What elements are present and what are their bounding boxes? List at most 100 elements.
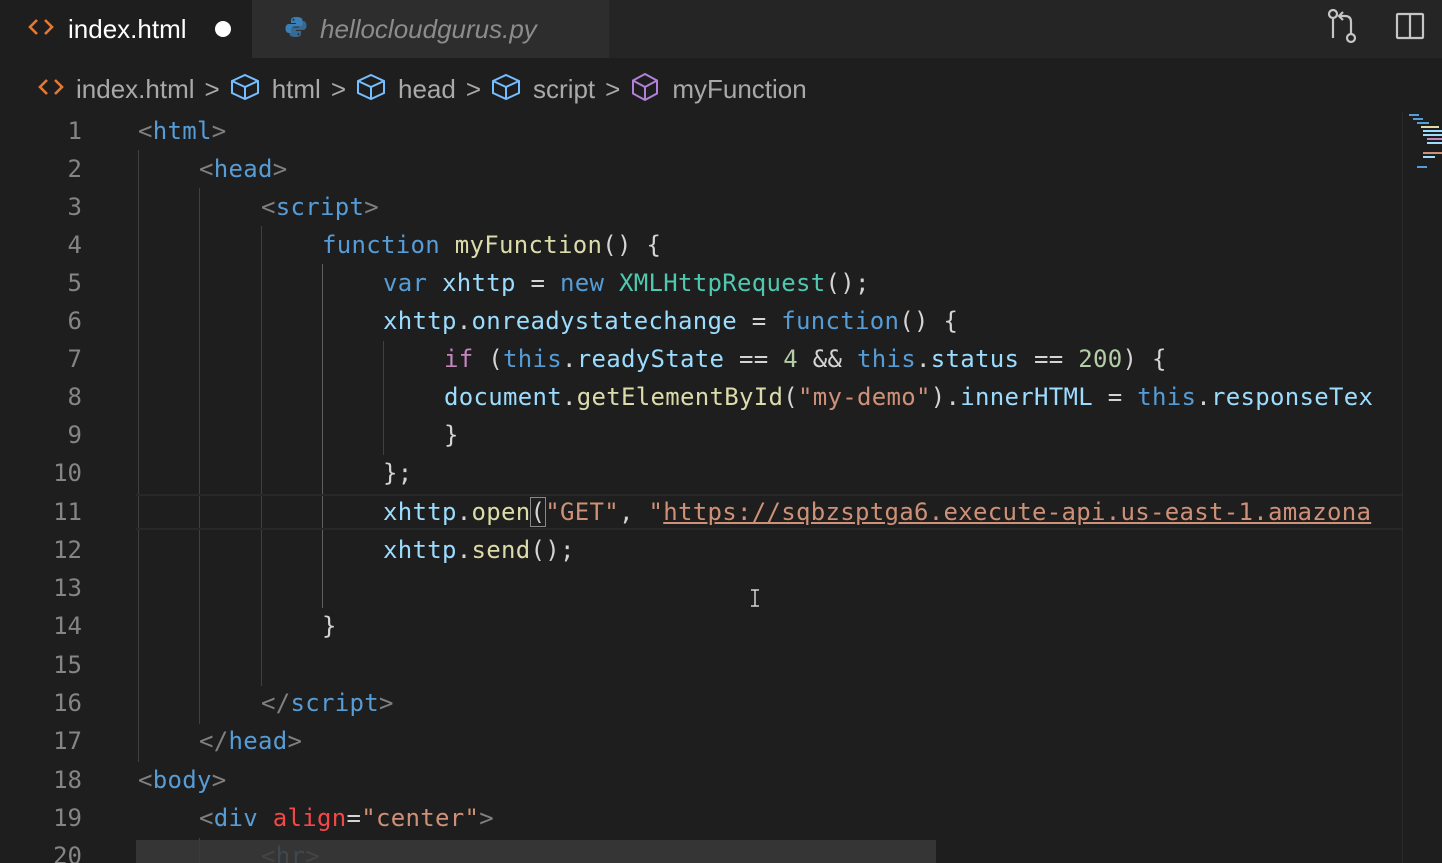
token: myFunction xyxy=(454,231,603,259)
line-number: 14 xyxy=(53,612,82,640)
tab-label: hellocloudgurus.py xyxy=(320,13,537,44)
breadcrumb-label: script xyxy=(533,73,596,104)
breadcrumb-item-index-html[interactable]: index.html xyxy=(38,74,195,105)
token: ). xyxy=(930,383,961,411)
token: () { xyxy=(602,231,662,259)
code-line: 2 <head> xyxy=(0,150,1402,188)
token: < xyxy=(138,766,153,794)
token: } xyxy=(444,421,459,449)
tab-index-html[interactable]: index.html xyxy=(0,0,252,58)
token: responseTex xyxy=(1211,383,1374,411)
line-number: 17 xyxy=(53,727,82,755)
python-icon xyxy=(284,15,308,44)
code-line: 3 <script> xyxy=(0,188,1402,226)
horizontal-scrollbar[interactable] xyxy=(136,840,936,863)
code-text: }; xyxy=(383,454,413,492)
bracket-match: ( xyxy=(529,497,547,527)
breadcrumb: index.html > html > head > script > myFu… xyxy=(0,58,1442,120)
token: = xyxy=(737,307,782,335)
code-text: document.getElementById("my-demo").inner… xyxy=(444,378,1373,416)
token: == xyxy=(724,345,784,373)
token: document xyxy=(444,383,562,411)
code-text: </head> xyxy=(199,722,302,760)
token: . xyxy=(562,383,577,411)
code-editor[interactable]: 1 <html> 2 <head> 3 <script> 4 function … xyxy=(0,112,1402,863)
minimap-line xyxy=(1423,134,1442,136)
url-link[interactable]: https://sqbzsptga6.execute-api.us-east-1… xyxy=(663,498,1371,526)
line-number: 3 xyxy=(67,193,82,221)
token: </ xyxy=(261,689,291,717)
symbol-cube-icon xyxy=(491,73,521,106)
line-number: 13 xyxy=(53,574,82,602)
split-editor-button[interactable] xyxy=(1392,8,1428,48)
unsaved-dot-icon[interactable] xyxy=(214,21,231,37)
code-line: 19 <div align="center"> xyxy=(0,799,1402,837)
editor-tab-bar: index.html hellocloudgurus.py xyxy=(0,0,1442,58)
line-number: 9 xyxy=(67,421,82,449)
token: this xyxy=(503,345,562,373)
token: status xyxy=(930,345,1020,373)
code-line: 18 <body> xyxy=(0,761,1402,799)
breadcrumb-item-head[interactable]: head xyxy=(356,73,456,106)
tab-hellocloudgurus-py[interactable]: hellocloudgurus.py xyxy=(252,0,609,58)
code-line: 6 xhttp.onreadystatechange = function() … xyxy=(0,302,1402,340)
line-number: 15 xyxy=(53,651,82,679)
token: > xyxy=(211,117,227,145)
token: xhttp xyxy=(383,498,457,526)
minimap-line xyxy=(1417,122,1429,124)
symbol-cube-icon xyxy=(230,73,260,106)
minimap-line xyxy=(1417,166,1427,168)
token: align xyxy=(272,804,347,832)
breadcrumb-label: head xyxy=(398,73,456,104)
token: html xyxy=(152,117,212,145)
code-text: xhttp.onreadystatechange = function() { xyxy=(383,302,958,340)
minimap[interactable] xyxy=(1402,112,1442,863)
code-text: <html> xyxy=(138,112,227,150)
token: "GET" xyxy=(545,498,619,526)
code-line: 1 <html> xyxy=(0,112,1402,150)
split-editor-icon xyxy=(1395,11,1425,46)
token: head xyxy=(213,155,273,183)
token: = xyxy=(346,804,362,832)
token: < xyxy=(199,155,214,183)
token: "my-demo" xyxy=(798,383,931,411)
token: </ xyxy=(199,727,229,755)
token: > xyxy=(479,804,494,832)
token: ) { xyxy=(1122,345,1167,373)
minimap-line xyxy=(1423,130,1442,132)
token: script xyxy=(275,193,365,221)
code-line: 17 </head> xyxy=(0,722,1402,760)
line-number: 12 xyxy=(53,536,82,564)
breadcrumb-separator: > xyxy=(465,73,482,104)
line-number: 18 xyxy=(53,766,82,794)
tab-label: index.html xyxy=(68,13,187,44)
token: XMLHttpRequest xyxy=(619,269,826,297)
code-text: <body> xyxy=(138,761,227,799)
minimap-line xyxy=(1427,142,1442,144)
token: ( xyxy=(473,345,503,373)
open-changes-button[interactable] xyxy=(1324,8,1360,48)
token: > xyxy=(272,155,288,183)
minimap-line xyxy=(1423,156,1435,158)
token: . xyxy=(456,536,472,564)
breadcrumb-item-myfunction[interactable]: myFunction xyxy=(630,72,807,107)
minimap-line xyxy=(1421,126,1439,128)
token: innerHTML xyxy=(960,383,1093,411)
token: > xyxy=(211,766,227,794)
code-line: 7 if (this.readyState == 4 && this.statu… xyxy=(0,340,1402,378)
symbol-method-icon xyxy=(630,72,660,107)
token: script xyxy=(290,689,379,717)
line-number: 4 xyxy=(67,231,82,259)
open-changes-icon xyxy=(1325,8,1359,49)
token: 200 xyxy=(1078,345,1123,373)
token: "center" xyxy=(361,804,480,832)
token: head xyxy=(228,727,288,755)
token: . xyxy=(1196,383,1211,411)
breadcrumb-item-script[interactable]: script xyxy=(491,73,595,106)
token: new xyxy=(560,269,605,297)
line-number: 5 xyxy=(67,269,82,297)
breadcrumb-item-html[interactable]: html xyxy=(230,73,321,106)
token: && xyxy=(798,345,857,373)
token: div xyxy=(213,804,258,832)
